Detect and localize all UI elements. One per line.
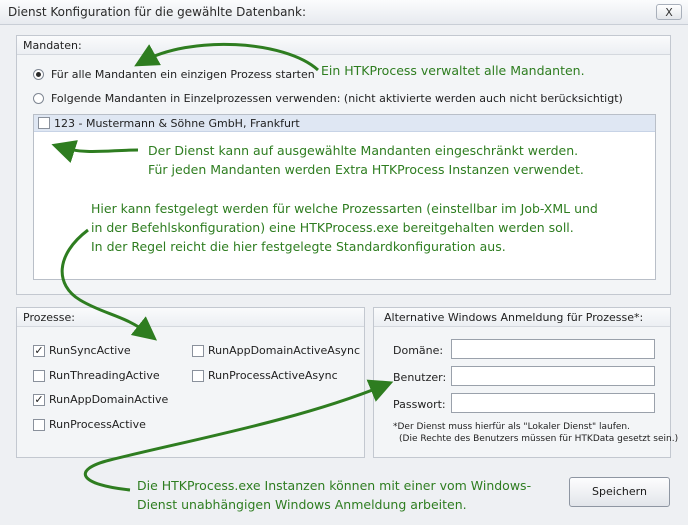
password-label: Passwort:	[393, 398, 446, 411]
password-field[interactable]	[451, 393, 655, 413]
runsyncactive-label[interactable]: RunSyncActive	[49, 344, 131, 357]
annotation-process-types-2: in der Befehlskonfiguration) eine HTKPro…	[91, 220, 574, 235]
runthreadingactive-label[interactable]: RunThreadingActive	[49, 369, 160, 382]
runappdomainactive-checkbox[interactable]: ✓	[33, 394, 45, 406]
runprocessactive-label[interactable]: RunProcessActive	[49, 418, 146, 431]
annotation-restriction-1: Der Dienst kann auf ausgewählte Mandante…	[148, 143, 579, 158]
annotation-single-process: Ein HTKProcess verwaltet alle Mandanten.	[321, 63, 585, 78]
close-button[interactable]: X	[656, 4, 682, 20]
mandant-checkbox[interactable]	[38, 117, 50, 129]
login-group-header: Alternative Windows Anmeldung für Prozes…	[374, 308, 670, 327]
annotation-process-types-1: Hier kann festgelegt werden für welche P…	[91, 201, 598, 216]
close-icon: X	[665, 6, 673, 19]
radio-multi-process-label[interactable]: Folgende Mandanten in Einzelprozessen ve…	[51, 92, 623, 105]
runappdomainactiveasync-checkbox[interactable]	[192, 345, 204, 357]
runprocessactiveasync-label[interactable]: RunProcessActiveAsync	[208, 369, 338, 382]
window-title: Dienst Konfiguration für die gewählte Da…	[8, 5, 307, 19]
domain-label: Domäne:	[393, 344, 444, 357]
user-label: Benutzer:	[393, 371, 447, 384]
user-field[interactable]	[451, 366, 655, 386]
radio-single-process[interactable]	[33, 69, 44, 80]
title-bar: Dienst Konfiguration für die gewählte Da…	[0, 0, 688, 25]
radio-multi-process[interactable]	[33, 93, 44, 104]
mandanten-title: Mandaten:	[23, 39, 82, 52]
runsyncactive-checkbox[interactable]: ✓	[33, 345, 45, 357]
annotation-restriction-2: Für jeden Mandanten werden Extra HTKProc…	[148, 162, 584, 177]
mandant-label: 123 - Mustermann & Söhne GmbH, Frankfurt	[54, 117, 300, 130]
prozesse-title: Prozesse:	[23, 311, 75, 324]
annotation-process-types-3: In der Regel reicht die hier festgelegte…	[91, 239, 506, 254]
login-note-1: *Der Dienst muss hierfür als "Lokaler Di…	[393, 422, 630, 432]
annotation-windows-login-2: Dienst unabhängigen Windows Anmeldung ar…	[137, 497, 467, 512]
annotation-windows-login-1: Die HTKProcess.exe Instanzen können mit …	[137, 478, 532, 493]
domain-field[interactable]	[451, 339, 655, 359]
runappdomainactive-label[interactable]: RunAppDomainActive	[49, 393, 168, 406]
list-item[interactable]: 123 - Mustermann & Söhne GmbH, Frankfurt	[34, 115, 655, 132]
save-button[interactable]: Speichern	[569, 477, 670, 507]
login-note-2: (Die Rechte des Benutzers müssen für HTK…	[399, 434, 679, 444]
mandanten-group-header: Mandaten:	[17, 36, 670, 55]
prozesse-group-header: Prozesse:	[17, 308, 364, 327]
prozesse-group: Prozesse: ✓ RunSyncActive RunThreadingAc…	[16, 307, 365, 458]
login-title: Alternative Windows Anmeldung für Prozes…	[384, 311, 644, 324]
runprocessactiveasync-checkbox[interactable]	[192, 370, 204, 382]
save-button-label: Speichern	[592, 485, 647, 498]
login-group: Alternative Windows Anmeldung für Prozes…	[373, 307, 678, 458]
runappdomainactiveasync-label[interactable]: RunAppDomainActiveAsync	[208, 344, 360, 357]
radio-single-process-label[interactable]: Für alle Mandanten ein einzigen Prozess …	[51, 68, 315, 81]
runprocessactive-checkbox[interactable]	[33, 419, 45, 431]
runthreadingactive-checkbox[interactable]	[33, 370, 45, 382]
